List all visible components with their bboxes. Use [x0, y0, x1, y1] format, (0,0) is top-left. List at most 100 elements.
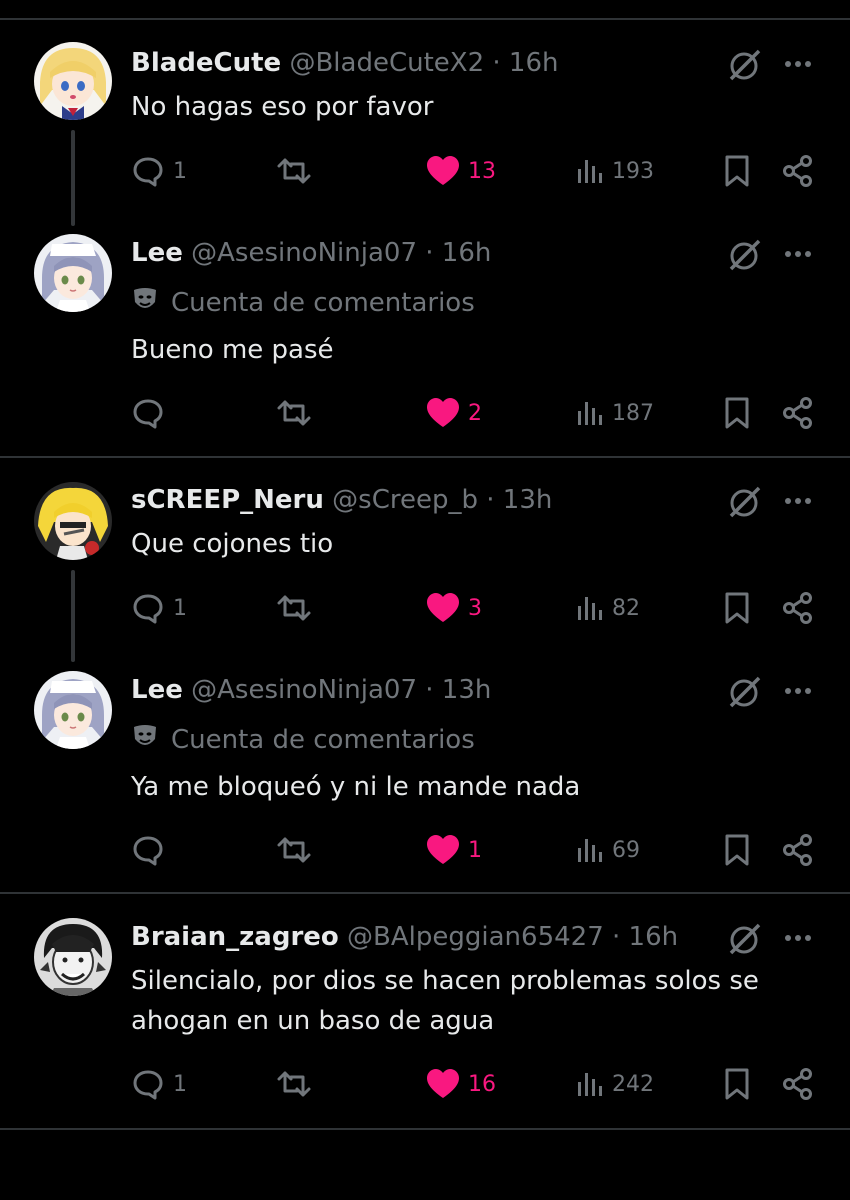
- timestamp[interactable]: 16h: [442, 238, 492, 268]
- avatar[interactable]: [34, 42, 112, 120]
- like-button[interactable]: 13: [426, 151, 496, 191]
- share-icon: [783, 397, 812, 429]
- like-button[interactable]: 3: [426, 588, 482, 628]
- timestamp[interactable]: 16h: [509, 48, 559, 78]
- avatar[interactable]: [34, 671, 112, 749]
- reply-count: 1: [173, 1071, 187, 1097]
- badge-label: Cuenta de comentarios: [171, 288, 475, 318]
- reply-button[interactable]: 1: [131, 588, 187, 628]
- share-button[interactable]: [781, 830, 815, 870]
- display-name[interactable]: Lee: [131, 238, 183, 268]
- views-button[interactable]: 193: [576, 151, 654, 191]
- handle[interactable]: @BladeCuteX2: [289, 48, 484, 78]
- bookmark-button[interactable]: [723, 588, 751, 628]
- grok-icon[interactable]: [726, 673, 764, 715]
- avatar[interactable]: [34, 482, 112, 560]
- handle[interactable]: @AsesinoNinja07: [191, 238, 417, 268]
- views-icon: [578, 160, 602, 183]
- handle[interactable]: @AsesinoNinja07: [191, 675, 417, 705]
- grok-icon[interactable]: [726, 46, 764, 88]
- retweet-icon: [277, 595, 311, 621]
- bookmark-button[interactable]: [723, 151, 751, 191]
- reply-icon: [133, 594, 163, 624]
- display-name[interactable]: BladeCute: [131, 48, 281, 78]
- retweet-button[interactable]: [275, 393, 313, 433]
- more-icon[interactable]: [782, 54, 814, 78]
- timestamp[interactable]: 13h: [442, 675, 492, 705]
- avatar[interactable]: [34, 234, 112, 312]
- divider: [0, 1128, 850, 1130]
- bookmark-icon: [725, 1068, 749, 1100]
- handle[interactable]: @sCreep_b: [332, 485, 478, 515]
- divider: [0, 456, 850, 458]
- like-button[interactable]: 16: [426, 1064, 496, 1104]
- views-icon: [578, 402, 602, 425]
- retweet-button[interactable]: [275, 1064, 313, 1104]
- post-text: Silencialo, por dios se hacen problemas …: [131, 966, 759, 1036]
- bookmark-button[interactable]: [723, 1064, 751, 1104]
- reply-icon: [133, 836, 163, 866]
- timestamp[interactable]: 13h: [503, 485, 553, 515]
- handle[interactable]: @BAlpeggian65427: [347, 922, 604, 952]
- share-button[interactable]: [781, 588, 815, 628]
- retweet-button[interactable]: [275, 588, 313, 628]
- views-icon: [578, 839, 602, 862]
- like-button[interactable]: 1: [426, 830, 482, 870]
- share-icon: [783, 592, 812, 624]
- more-icon[interactable]: [782, 491, 814, 515]
- reply-count: 1: [173, 595, 187, 621]
- bookmark-button[interactable]: [723, 830, 751, 870]
- separator-dot: ·: [486, 485, 495, 515]
- separator-dot: ·: [425, 238, 434, 268]
- heart-icon: [427, 398, 459, 427]
- display-name[interactable]: Braian_zagreo: [131, 922, 339, 952]
- bookmark-icon: [725, 397, 749, 429]
- post-header: sCREEP_Neru @sCreep_b · 13h: [131, 485, 552, 515]
- heart-icon: [427, 835, 459, 864]
- bookmark-icon: [725, 834, 749, 866]
- like-button[interactable]: 2: [426, 393, 482, 433]
- separator-dot: ·: [612, 922, 621, 952]
- action-bar: 2 187: [0, 393, 850, 433]
- bookmark-button[interactable]: [723, 393, 751, 433]
- divider: [0, 892, 850, 894]
- display-name[interactable]: sCREEP_Neru: [131, 485, 324, 515]
- grok-icon[interactable]: [726, 236, 764, 278]
- display-name[interactable]: Lee: [131, 675, 183, 705]
- theater-mask-icon: [134, 288, 156, 308]
- retweet-button[interactable]: [275, 151, 313, 191]
- post-text: Bueno me pasé: [131, 335, 334, 365]
- views-button[interactable]: 187: [576, 393, 654, 433]
- share-button[interactable]: [781, 393, 815, 433]
- reply-button[interactable]: [131, 393, 173, 433]
- views-icon: [578, 1073, 602, 1096]
- reply-button[interactable]: 1: [131, 151, 187, 191]
- retweet-icon: [277, 1071, 311, 1097]
- like-count: 16: [468, 1071, 496, 1097]
- parody-badge: Cuenta de comentarios: [131, 723, 475, 755]
- more-icon[interactable]: [782, 928, 814, 952]
- views-button[interactable]: 69: [576, 830, 640, 870]
- action-bar: 1 16 242: [0, 1064, 850, 1104]
- post-text: Ya me bloqueó y ni le mande nada: [131, 772, 581, 802]
- grok-icon[interactable]: [726, 920, 764, 962]
- post-text: Que cojones tio: [131, 529, 334, 559]
- reply-button[interactable]: 1: [131, 1064, 187, 1104]
- retweet-icon: [277, 158, 311, 184]
- reply-icon: [133, 1070, 163, 1100]
- timestamp[interactable]: 16h: [629, 922, 679, 952]
- share-button[interactable]: [781, 1064, 815, 1104]
- separator-dot: ·: [425, 675, 434, 705]
- like-count: 3: [468, 595, 482, 621]
- share-button[interactable]: [781, 151, 815, 191]
- retweet-button[interactable]: [275, 830, 313, 870]
- post-header: Lee @AsesinoNinja07 · 16h: [131, 238, 491, 268]
- views-button[interactable]: 242: [576, 1064, 654, 1104]
- heart-icon: [427, 593, 459, 622]
- reply-button[interactable]: [131, 830, 173, 870]
- more-icon[interactable]: [782, 681, 814, 705]
- grok-icon[interactable]: [726, 483, 764, 525]
- more-icon[interactable]: [782, 244, 814, 268]
- avatar[interactable]: [34, 918, 112, 996]
- views-button[interactable]: 82: [576, 588, 640, 628]
